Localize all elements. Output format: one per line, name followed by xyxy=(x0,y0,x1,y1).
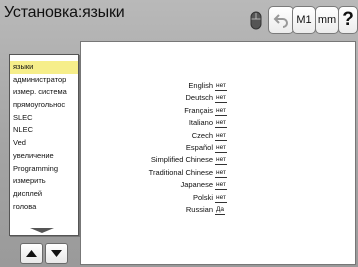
language-label: Italiano xyxy=(188,118,213,128)
language-row: Simplified Chinese нет xyxy=(81,154,357,166)
language-row: English нет xyxy=(81,80,357,92)
sidebar-item-measure-system[interactable]: измер. система xyxy=(10,86,78,99)
sidebar-item-head[interactable]: голова xyxy=(10,201,78,214)
scroll-up-button[interactable] xyxy=(20,243,43,264)
sidebar-item-squareness[interactable]: прямоугольнос xyxy=(10,99,78,112)
language-value-field[interactable]: нет xyxy=(215,155,227,166)
undo-button[interactable] xyxy=(268,6,294,34)
language-panel: English нет Deutsch нет Français нет Ita… xyxy=(80,41,356,265)
sidebar-item-administrator[interactable]: администратор xyxy=(10,74,78,87)
language-value-field[interactable]: нет xyxy=(215,143,227,153)
language-value-field[interactable]: нет xyxy=(215,193,227,203)
sidebar-item-nlec[interactable]: NLEC xyxy=(10,124,78,137)
language-value-field[interactable]: нет xyxy=(215,180,227,191)
language-list: English нет Deutsch нет Français нет Ita… xyxy=(81,80,357,216)
sidebar-item-display[interactable]: дисплей xyxy=(10,188,78,201)
help-button[interactable]: ? xyxy=(338,6,358,34)
language-label: Japanese xyxy=(180,180,213,190)
language-value-field[interactable]: нет xyxy=(215,168,227,178)
language-label: Polski xyxy=(192,192,213,202)
language-value-field[interactable]: нет xyxy=(215,93,227,104)
sidebar-item-measure[interactable]: измерить xyxy=(10,175,78,188)
sidebar-item-programming[interactable]: Programming xyxy=(10,163,78,176)
list-navigation xyxy=(20,243,70,264)
sidebar-item-slec[interactable]: SLEC xyxy=(10,112,78,125)
page-title: Установка:языки xyxy=(4,4,125,21)
language-label: Czech xyxy=(191,130,213,140)
language-label: Español xyxy=(185,142,213,152)
scroll-down-button[interactable] xyxy=(45,243,68,264)
language-value-field[interactable]: нет xyxy=(215,106,227,116)
mouse-icon xyxy=(250,11,262,30)
language-row: Français нет xyxy=(81,105,357,117)
toolbar: M1 mm ? xyxy=(268,6,358,34)
language-label: English xyxy=(188,81,213,90)
screen: Установка:языки M1 mm ? языки администра… xyxy=(0,0,358,267)
language-label: Simplified Chinese xyxy=(150,155,213,165)
sidebar-item-languages[interactable]: языки xyxy=(10,61,78,74)
setup-menu-list: языки администратор измер. система прямо… xyxy=(9,54,79,236)
language-value-field[interactable]: Да xyxy=(215,205,226,215)
sidebar-item-ved[interactable]: Ved xyxy=(10,137,78,150)
arrow-down-icon xyxy=(51,250,62,257)
language-label: Traditional Chinese xyxy=(148,167,213,177)
language-row: Japanese нет xyxy=(81,179,357,191)
language-row: Polski нет xyxy=(81,192,357,204)
arrow-up-icon xyxy=(26,250,37,257)
language-label: Deutsch xyxy=(185,93,213,103)
language-row: Czech нет xyxy=(81,130,357,142)
language-row: Italiano нет xyxy=(81,117,357,129)
language-row: Deutsch нет xyxy=(81,92,357,104)
language-value-field[interactable]: нет xyxy=(215,81,227,91)
language-row: Russian Да xyxy=(81,204,357,216)
language-value-field[interactable]: нет xyxy=(215,131,227,141)
undo-arrow-icon xyxy=(273,14,288,28)
triangle-down-icon[interactable] xyxy=(30,228,54,233)
language-row: Traditional Chinese нет xyxy=(81,167,357,179)
language-value-field[interactable]: нет xyxy=(215,118,227,129)
m1-button[interactable]: M1 xyxy=(292,6,316,34)
sidebar-item-magnification[interactable]: увеличение xyxy=(10,150,78,163)
language-label: Français xyxy=(184,105,213,115)
language-label: Russian xyxy=(185,204,213,214)
language-row: Español нет xyxy=(81,142,357,154)
units-button[interactable]: mm xyxy=(315,6,339,34)
